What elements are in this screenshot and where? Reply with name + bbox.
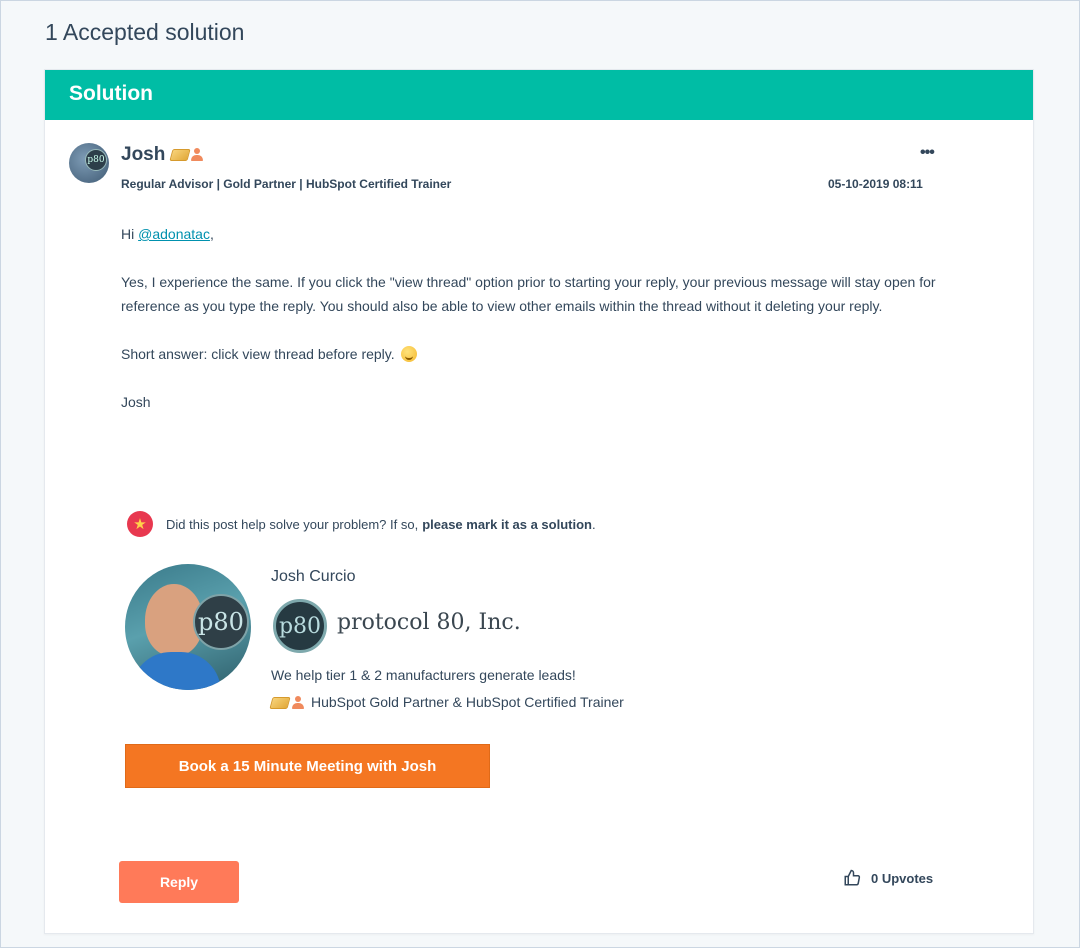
accepted-solution-heading: 1 Accepted solution <box>45 19 245 45</box>
user-mention-link[interactable]: @adonatac <box>138 226 210 242</box>
partner-badges <box>269 695 305 709</box>
page-frame: 1 Accepted solution Solution p80 Josh Re… <box>0 0 1080 948</box>
signature-tagline: We help tier 1 & 2 manufacturers generat… <box>271 667 576 683</box>
upvote-count: 0 Upvotes <box>871 870 934 886</box>
author-name[interactable]: Josh <box>121 144 165 166</box>
reply-button[interactable]: Reply <box>119 861 239 903</box>
short-answer-line: Short answer: click view thread before r… <box>121 342 961 366</box>
post-body: Hi @adonatac, Yes, I experience the same… <box>121 222 961 438</box>
author-avatar[interactable]: p80 <box>69 143 109 183</box>
solution-header: Solution <box>45 70 1033 120</box>
short-answer-text: Short answer: click view thread before r… <box>121 346 395 362</box>
avatar-logo: p80 <box>85 149 107 171</box>
greeting-line: Hi @adonatac, <box>121 222 961 246</box>
gold-partner-badge-icon <box>169 149 191 161</box>
help-prompt-strong: please mark it as a solution <box>422 516 592 532</box>
help-prompt-end: . <box>591 516 596 532</box>
gold-partner-badge-icon <box>269 697 291 709</box>
certified-trainer-badge-icon <box>291 695 305 709</box>
mark-solution-prompt: ★ Did this post help solve your problem?… <box>127 511 596 537</box>
solution-card: Solution p80 Josh Regular Advisor | Gold… <box>44 69 1034 934</box>
photo-shirt <box>131 652 221 690</box>
partner-text: HubSpot Gold Partner & HubSpot Certified… <box>311 694 624 710</box>
smiley-emoji-icon <box>400 346 417 362</box>
photo-p80-logo: p80 <box>193 594 249 650</box>
signature-name: Josh Curcio <box>271 568 356 585</box>
post-date: 05-10-2019 08:11 <box>828 177 923 191</box>
book-meeting-button[interactable]: Book a 15 Minute Meeting with Josh <box>125 744 490 788</box>
thumbs-up-icon[interactable] <box>843 869 861 887</box>
certified-trainer-badge-icon <box>190 147 204 161</box>
signoff: Josh <box>121 394 151 410</box>
company-name: protocol 80, Inc. <box>337 610 521 635</box>
star-icon: ★ <box>127 511 153 537</box>
greeting-suffix: , <box>209 226 214 242</box>
signature-partner-line: HubSpot Gold Partner & HubSpot Certified… <box>269 694 624 710</box>
upvote-control[interactable]: 0 Upvotes <box>843 869 933 887</box>
author-role: Regular Advisor | Gold Partner | HubSpot… <box>121 177 452 191</box>
answer-paragraph: Yes, I experience the same. If you click… <box>121 274 936 314</box>
signature-photo: p80 <box>125 564 251 690</box>
more-options-icon[interactable]: ••• <box>920 144 935 162</box>
help-prompt-text: Did this post help solve your problem? I… <box>166 516 419 532</box>
greeting-prefix: Hi <box>121 226 139 242</box>
company-logo-icon: p80 <box>273 599 327 653</box>
rank-badges <box>169 147 204 161</box>
